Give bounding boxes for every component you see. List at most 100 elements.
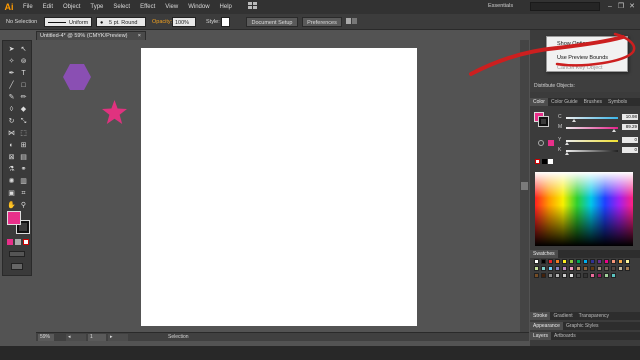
lasso-tool-icon[interactable]: ⊚ (19, 57, 28, 66)
document-setup-button[interactable]: Document Setup (246, 17, 298, 27)
document-tab[interactable]: Untitled-4* @ 59% (CMYK/Preview) × (36, 31, 146, 40)
close-button[interactable]: ✕ (627, 2, 637, 11)
magenta-value-field[interactable]: 89.29 (622, 124, 638, 130)
tab-artboards[interactable]: Artboards (551, 332, 579, 340)
swatch-item[interactable] (534, 266, 539, 271)
paintbrush-tool-icon[interactable]: ✎ (7, 93, 16, 102)
direct-selection-tool-icon[interactable]: ↖ (19, 45, 28, 54)
document-tab-close-icon[interactable]: × (138, 32, 141, 40)
screen-mode-icon[interactable] (11, 263, 23, 270)
black-handle[interactable] (565, 152, 569, 155)
color-spectrum[interactable] (535, 172, 633, 246)
yellow-track[interactable] (566, 140, 618, 142)
color-mode-button[interactable] (7, 239, 13, 245)
swatch-item[interactable] (541, 266, 546, 271)
tab-swatches[interactable]: Swatches (530, 250, 558, 258)
swatch-item[interactable] (569, 266, 574, 271)
menu-file[interactable]: File (18, 4, 38, 10)
menu-edit[interactable]: Edit (38, 4, 58, 10)
selection-tool-icon[interactable]: ➤ (7, 45, 16, 54)
pencil-tool-icon[interactable]: ✏ (19, 93, 28, 102)
opacity-field[interactable]: 100% (172, 17, 196, 27)
tab-layers[interactable]: Layers (530, 332, 552, 340)
arrange-documents-icon[interactable] (243, 2, 263, 12)
workspace-switcher[interactable]: Essentials (488, 3, 513, 9)
swatch-item[interactable] (625, 259, 630, 264)
none-color-box[interactable] (535, 159, 540, 164)
zoom-field[interactable]: 59% (38, 334, 54, 341)
maximize-button[interactable]: ❐ (616, 2, 626, 11)
vertical-scrollbar-thumb[interactable] (521, 182, 528, 190)
swatch-item[interactable] (569, 259, 574, 264)
swatch-item[interactable] (576, 259, 581, 264)
eraser-tool-icon[interactable]: ◆ (19, 105, 28, 114)
black-color-box[interactable] (542, 159, 547, 164)
swatch-item[interactable] (611, 273, 616, 278)
tab-appearance[interactable]: Appearance (530, 322, 563, 330)
minimize-button[interactable]: – (605, 2, 615, 11)
status-text[interactable]: Selection (168, 334, 189, 340)
swatch-item[interactable] (597, 273, 602, 278)
rectangle-tool-icon[interactable]: □ (19, 81, 28, 90)
artboard-tool-icon[interactable]: ▣ (7, 189, 16, 198)
shape-builder-tool-icon[interactable]: ◐ (7, 141, 16, 150)
swatch-item[interactable] (555, 259, 560, 264)
swatch-item[interactable] (583, 259, 588, 264)
brush-definition-select[interactable]: ● 5 pt. Round (96, 17, 146, 27)
swatch-item[interactable] (618, 259, 623, 264)
swatch-item[interactable] (548, 266, 553, 271)
mesh-tool-icon[interactable]: ⊠ (7, 153, 16, 162)
gradient-mode-button[interactable] (15, 239, 21, 245)
hand-tool-icon[interactable]: ✋ (7, 201, 16, 210)
free-transform-tool-icon[interactable]: ⬚ (19, 129, 28, 138)
hexagon-shape[interactable] (62, 63, 92, 91)
magic-wand-tool-icon[interactable]: ✧ (7, 57, 16, 66)
gamut-swatch[interactable] (548, 140, 554, 146)
menu-help[interactable]: Help (215, 4, 237, 10)
tab-brushes[interactable]: Brushes (581, 98, 605, 106)
menu-effect[interactable]: Effect (135, 4, 160, 10)
swatch-item[interactable] (604, 259, 609, 264)
menu-view[interactable]: View (160, 4, 183, 10)
white-color-box[interactable] (548, 159, 553, 164)
swatch-item[interactable] (590, 266, 595, 271)
stroke-profile-select[interactable]: Uniform (44, 17, 92, 27)
blend-tool-icon[interactable]: ⚭ (19, 165, 28, 174)
swatch-item[interactable] (590, 259, 595, 264)
swatch-item[interactable] (611, 266, 616, 271)
swatch-item[interactable] (590, 273, 595, 278)
cyan-handle[interactable] (572, 119, 576, 122)
magenta-track[interactable] (566, 127, 618, 129)
style-swatch[interactable] (221, 17, 230, 27)
preferences-button[interactable]: Preferences (302, 17, 342, 27)
swatch-item[interactable] (562, 273, 567, 278)
pen-tool-icon[interactable]: ✒ (7, 69, 16, 78)
opacity-label[interactable]: Opacity: (152, 17, 172, 27)
artboard-next-icon[interactable]: ▸ (108, 334, 128, 341)
none-mode-button[interactable] (23, 239, 29, 245)
swatch-item[interactable] (541, 273, 546, 278)
black-value-field[interactable]: 0 (622, 147, 638, 153)
swatch-item[interactable] (583, 266, 588, 271)
arrange-icon[interactable] (346, 17, 358, 27)
swatch-item[interactable] (604, 273, 609, 278)
yellow-value-field[interactable]: 0 (622, 137, 638, 143)
star-shape[interactable] (101, 99, 128, 126)
swatch-item[interactable] (569, 273, 574, 278)
symbol-sprayer-tool-icon[interactable]: ✺ (7, 177, 16, 186)
slice-tool-icon[interactable]: ⌗ (19, 189, 28, 198)
magenta-handle[interactable] (612, 129, 616, 132)
swatch-item[interactable] (548, 273, 553, 278)
artboard-number-field[interactable]: 1 (88, 334, 106, 341)
rotate-tool-icon[interactable]: ↻ (7, 117, 16, 126)
graph-tool-icon[interactable]: ▥ (19, 177, 28, 186)
blob-brush-tool-icon[interactable]: ◊ (7, 105, 16, 114)
drawing-mode-icon[interactable] (9, 251, 25, 257)
swatch-item[interactable] (562, 259, 567, 264)
gradient-tool-icon[interactable]: ▤ (19, 153, 28, 162)
menu-select[interactable]: Select (108, 4, 135, 10)
menu-object[interactable]: Object (58, 4, 85, 10)
yellow-handle[interactable] (565, 142, 569, 145)
zoom-tool-icon[interactable]: ⚲ (19, 201, 28, 210)
swatch-item[interactable] (534, 273, 539, 278)
